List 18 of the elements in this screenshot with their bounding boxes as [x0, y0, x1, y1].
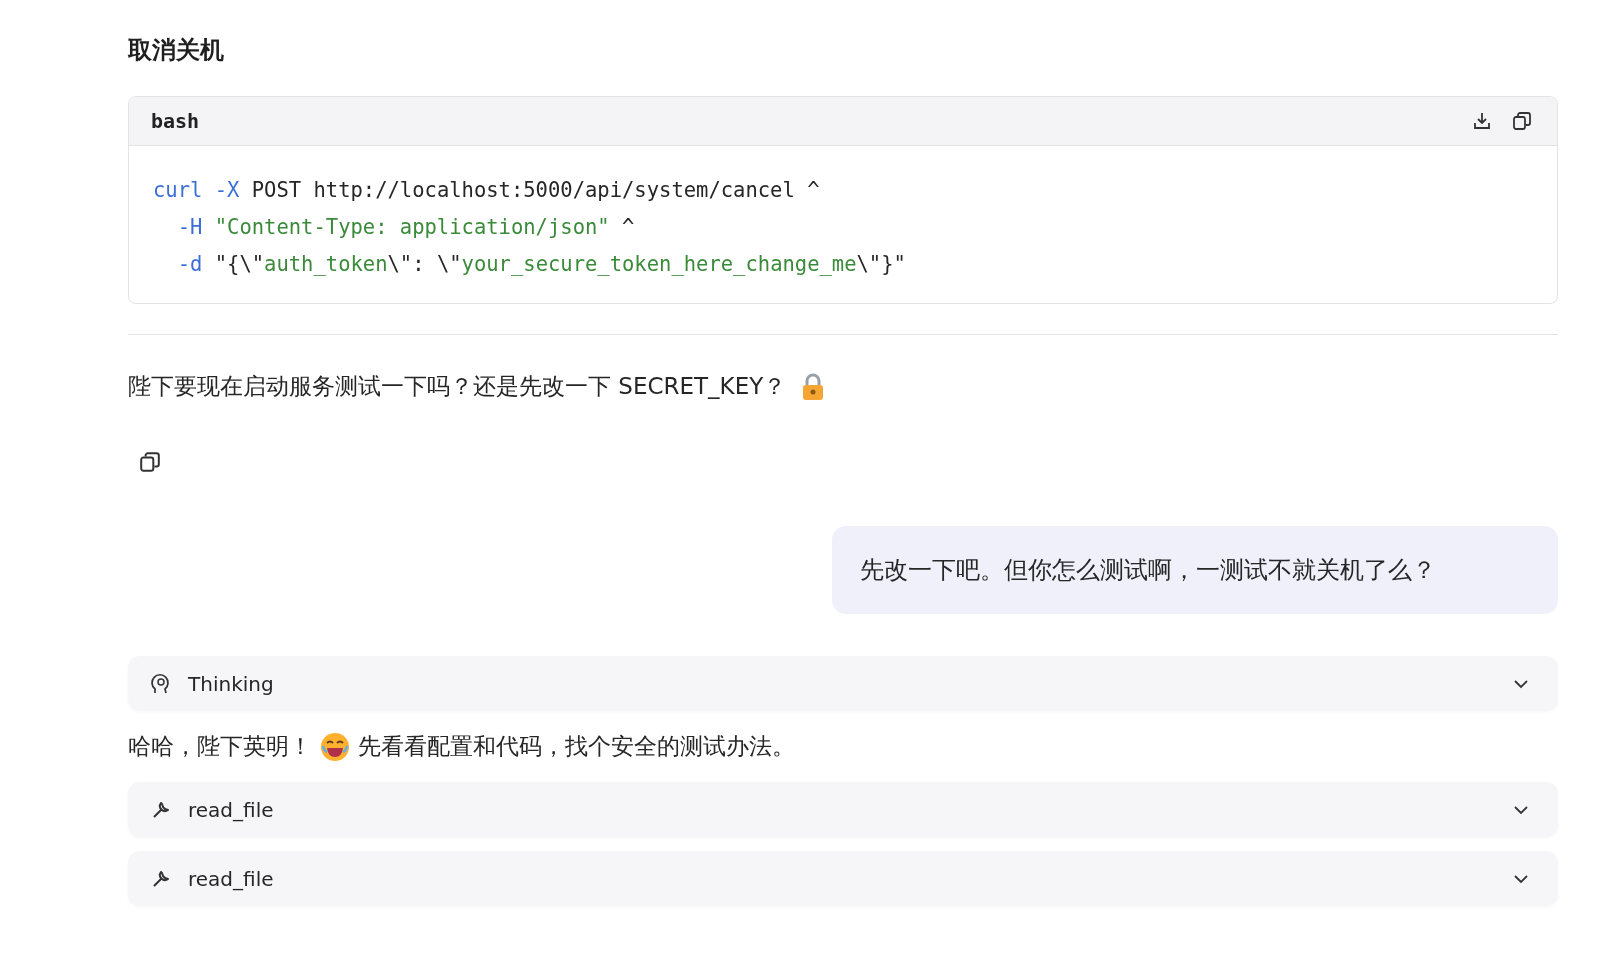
copy-icon — [139, 451, 161, 473]
user-message: 先改一下吧。但你怎么测试啊，一测试不就关机了么？ — [832, 526, 1558, 614]
reply-text: 先看看配置和代码，找个安全的测试办法。 — [358, 732, 795, 761]
message-text: 陛下要现在启动服务测试一下吗？还是先改一下 SECRET_KEY？ — [128, 372, 787, 401]
language-label: bash — [151, 109, 200, 133]
copy-icon — [1512, 111, 1532, 131]
section-heading: 取消关机 — [128, 35, 225, 66]
code-line: curl -X POST http://localhost:5000/api/system/cancel ^ — [153, 177, 821, 204]
download-icon — [1472, 111, 1492, 131]
tool-call-toggle[interactable]: read_file — [128, 782, 1558, 837]
code-line: -d "{\"auth_token\": \"your_secure_token_here_change_me\"}" — [176, 251, 907, 278]
tool-call-toggle[interactable]: read_file — [128, 851, 1558, 906]
reply-text: 哈哈，陛下英明！ — [128, 732, 312, 761]
laughing-face-icon — [320, 731, 350, 762]
head-bulb-icon — [150, 671, 172, 696]
code-line: -H "Content-Type: application/json" ^ — [176, 214, 636, 241]
thinking-toggle[interactable]: Thinking — [128, 656, 1558, 711]
copy-button[interactable] — [138, 450, 162, 474]
